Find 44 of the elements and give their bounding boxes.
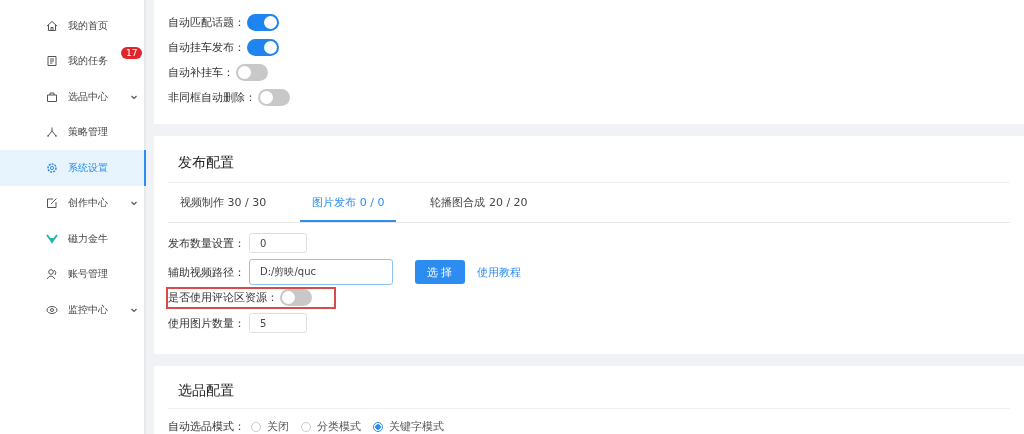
- document-icon: [46, 55, 58, 68]
- tab[interactable]: 图片发布 0 / 0: [300, 182, 397, 222]
- toggle-switch[interactable]: [258, 89, 290, 106]
- sidebar-item[interactable]: 账号管理: [0, 256, 144, 292]
- bag-icon: [46, 90, 58, 103]
- setting-label: 自动匹配话题：: [168, 15, 245, 30]
- sidebar-item[interactable]: 创作中心: [0, 185, 144, 221]
- settings-icon: [46, 161, 58, 174]
- section-title: 发布配置: [168, 135, 1010, 183]
- setting-label: 自动补挂车：: [168, 65, 234, 80]
- sidebar-item[interactable]: 我的首页: [0, 8, 144, 44]
- section-title: 选品配置: [168, 366, 1010, 409]
- tab[interactable]: 轮播图合成 20 / 20: [418, 182, 540, 222]
- tutorial-link[interactable]: 使用教程: [476, 264, 521, 280]
- tab[interactable]: 视频制作 30 / 30: [168, 182, 279, 222]
- home-icon: [46, 19, 58, 32]
- setting-label: 非同框自动删除：: [168, 90, 256, 105]
- edit-icon: [46, 197, 58, 210]
- input-field[interactable]: 5: [249, 313, 307, 334]
- field-label: 发布数量设置：: [168, 235, 245, 251]
- field-label: 辅助视频路径：: [168, 264, 245, 280]
- toggle-switch[interactable]: [247, 39, 279, 56]
- count-badge: 17: [121, 46, 143, 59]
- toggle-switch[interactable]: [247, 14, 279, 31]
- radio-label[interactable]: 分类模式: [317, 419, 361, 434]
- radio-label[interactable]: 关闭: [267, 419, 289, 434]
- field-label: 是否使用评论区资源：: [168, 290, 278, 306]
- toggle-switch[interactable]: [236, 64, 268, 81]
- field-label: 使用图片数量：: [168, 315, 245, 331]
- toggle-switch[interactable]: [280, 289, 312, 307]
- setting-label: 自动挂车发布：: [168, 40, 245, 55]
- sidebar-item[interactable]: 磁力金牛: [0, 221, 144, 257]
- sidebar-item[interactable]: 选品中心: [0, 79, 144, 115]
- field-label: 自动选品模式：: [168, 419, 245, 434]
- eye-icon: [46, 303, 58, 316]
- sidebar-item[interactable]: 监控中心: [0, 292, 144, 328]
- sidebar-item[interactable]: 我的任务 17: [0, 43, 144, 79]
- nodes-icon: [46, 126, 58, 139]
- input-field[interactable]: 0: [249, 233, 307, 254]
- users-icon: [46, 268, 58, 281]
- sidebar-item[interactable]: 策略管理: [0, 114, 144, 150]
- radio-button[interactable]: [373, 421, 383, 432]
- radio-label[interactable]: 关键字模式: [389, 419, 444, 434]
- input-field[interactable]: D:/剪映/quc: [249, 259, 393, 286]
